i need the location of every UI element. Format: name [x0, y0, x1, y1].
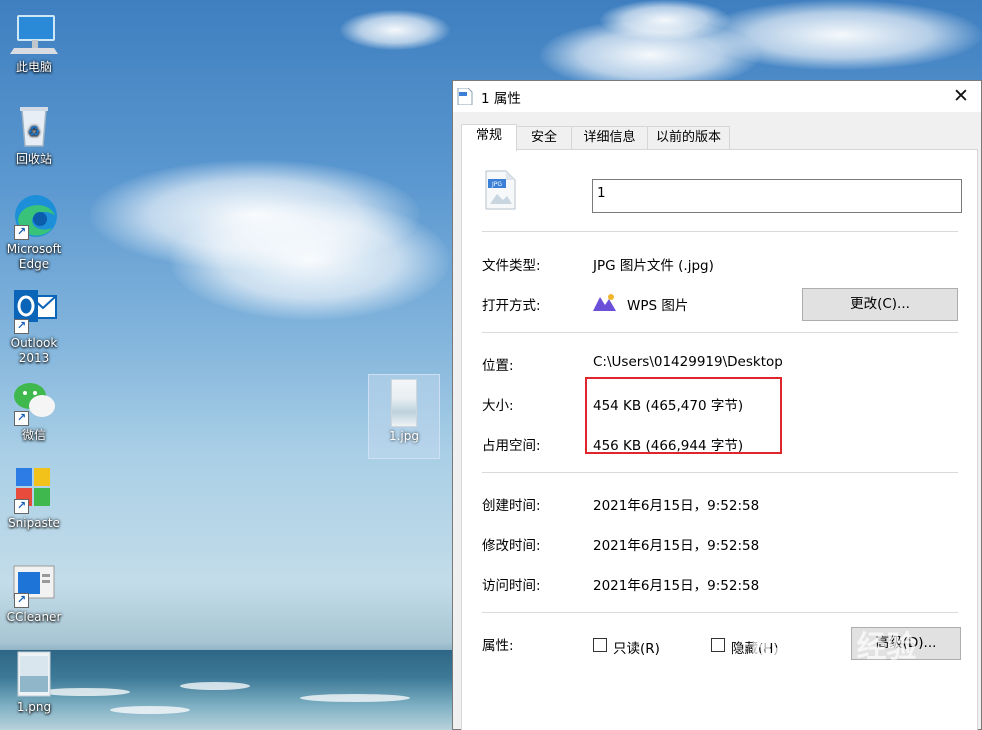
close-icon: ✕: [953, 85, 969, 107]
desktop-icon-label: Snipaste: [8, 516, 60, 530]
close-button[interactable]: ✕: [941, 81, 981, 112]
desktop-icon-label: Microsoft Edge: [6, 242, 62, 271]
desktop-icon-snipaste[interactable]: ↗ Snipaste: [0, 466, 68, 531]
hidden-checkbox[interactable]: [711, 638, 725, 652]
file-icon: [457, 87, 473, 106]
created-value: 2021年6月15日，9:52:58: [593, 498, 760, 514]
divider: [482, 332, 958, 333]
modified-value: 2021年6月15日，9:52:58: [593, 538, 760, 554]
cloud: [170, 200, 450, 320]
wechat-icon: ↗: [10, 378, 58, 426]
wps-icon: [593, 293, 617, 313]
desktop-icon-ccleaner[interactable]: ↗ CCleaner: [0, 560, 68, 625]
readonly-checkbox[interactable]: [593, 638, 607, 652]
desktop-icon-png-file[interactable]: 1.png: [0, 650, 68, 715]
ccleaner-icon: ↗: [10, 560, 58, 608]
shortcut-arrow-icon: ↗: [14, 319, 29, 334]
edge-icon: ↗: [10, 192, 58, 240]
divider: [482, 472, 958, 473]
svg-text:JPG: JPG: [491, 181, 502, 188]
created-label: 创建时间:: [482, 498, 541, 514]
change-button[interactable]: 更改(C)...: [802, 288, 958, 321]
divider: [482, 231, 958, 232]
computer-icon: [10, 10, 58, 58]
recycle-bin-icon: ♻: [10, 102, 58, 150]
shortcut-arrow-icon: ↗: [14, 225, 29, 240]
tab-previous-versions[interactable]: 以前的版本: [647, 126, 730, 149]
selected-file-label: 1.jpg: [388, 429, 420, 443]
attributes-label: 属性:: [482, 638, 514, 654]
readonly-label[interactable]: 只读(R): [613, 637, 660, 657]
size-label: 大小:: [482, 398, 514, 414]
image-file-icon: [10, 650, 58, 698]
modified-label: 修改时间:: [482, 538, 541, 554]
snipaste-icon: ↗: [10, 466, 58, 514]
tab-security[interactable]: 安全: [516, 126, 572, 149]
open-with-value: WPS 图片: [627, 298, 689, 314]
desktop-icon-outlook[interactable]: ↗ Outlook 2013: [0, 286, 68, 366]
tab-label: 安全: [530, 130, 557, 145]
watermark-url: jingyan.baidu.com: [756, 687, 904, 706]
desktop-icon-wechat[interactable]: ↗ 微信: [0, 378, 68, 443]
desktop-icon-this-pc[interactable]: 此电脑: [0, 10, 68, 75]
location-value: C:\Users\01429919\Desktop: [593, 354, 783, 370]
tab-details[interactable]: 详细信息: [571, 126, 648, 149]
desktop-icon-label: 1.png: [16, 700, 52, 714]
tab-label: 常规: [475, 128, 502, 143]
tab-general[interactable]: 常规: [461, 124, 517, 151]
accessed-value: 2021年6月15日，9:52:58: [593, 578, 760, 594]
divider: [482, 612, 958, 613]
tab-label: 详细信息: [583, 130, 636, 145]
image-file-icon: [391, 379, 417, 427]
open-with-label: 打开方式:: [482, 298, 541, 314]
title-bar[interactable]: 1 属性 ✕: [453, 81, 981, 112]
desktop-icon-label: Outlook 2013: [10, 336, 58, 365]
red-highlight-box: [585, 377, 782, 454]
desktop-icon-label: 微信: [21, 428, 46, 442]
location-label: 位置:: [482, 358, 514, 374]
selected-desktop-file[interactable]: 1.jpg: [368, 374, 440, 459]
desktop-icon-label: 此电脑: [15, 60, 52, 74]
jpg-file-icon: JPG: [482, 170, 520, 210]
desktop-icon-label: 回收站: [15, 152, 52, 166]
cloud: [700, 0, 982, 70]
size-on-disk-label: 占用空间:: [482, 438, 541, 454]
desktop-icon-edge[interactable]: ↗ Microsoft Edge: [0, 192, 68, 272]
svg-text:♻: ♻: [28, 124, 41, 140]
shortcut-arrow-icon: ↗: [14, 499, 29, 514]
accessed-label: 访问时间:: [482, 578, 541, 594]
wave-foam: [180, 682, 250, 690]
shortcut-arrow-icon: ↗: [14, 411, 29, 426]
wave-foam: [110, 706, 190, 714]
shortcut-arrow-icon: ↗: [14, 593, 29, 608]
file-type-value: JPG 图片文件 (.jpg): [593, 258, 714, 274]
cloud: [340, 10, 450, 50]
wave-foam: [300, 694, 410, 702]
desktop-icon-recycle-bin[interactable]: ♻ 回收站: [0, 102, 68, 167]
cloud: [600, 0, 730, 40]
tab-label: 以前的版本: [655, 130, 721, 145]
dialog-title: 1 属性: [481, 91, 521, 107]
watermark-brand: Baidu 经验: [750, 630, 917, 665]
desktop-icon-label: CCleaner: [6, 610, 62, 624]
file-type-label: 文件类型:: [482, 258, 541, 274]
filename-input[interactable]: 1: [592, 179, 962, 213]
outlook-icon: ↗: [10, 286, 58, 334]
